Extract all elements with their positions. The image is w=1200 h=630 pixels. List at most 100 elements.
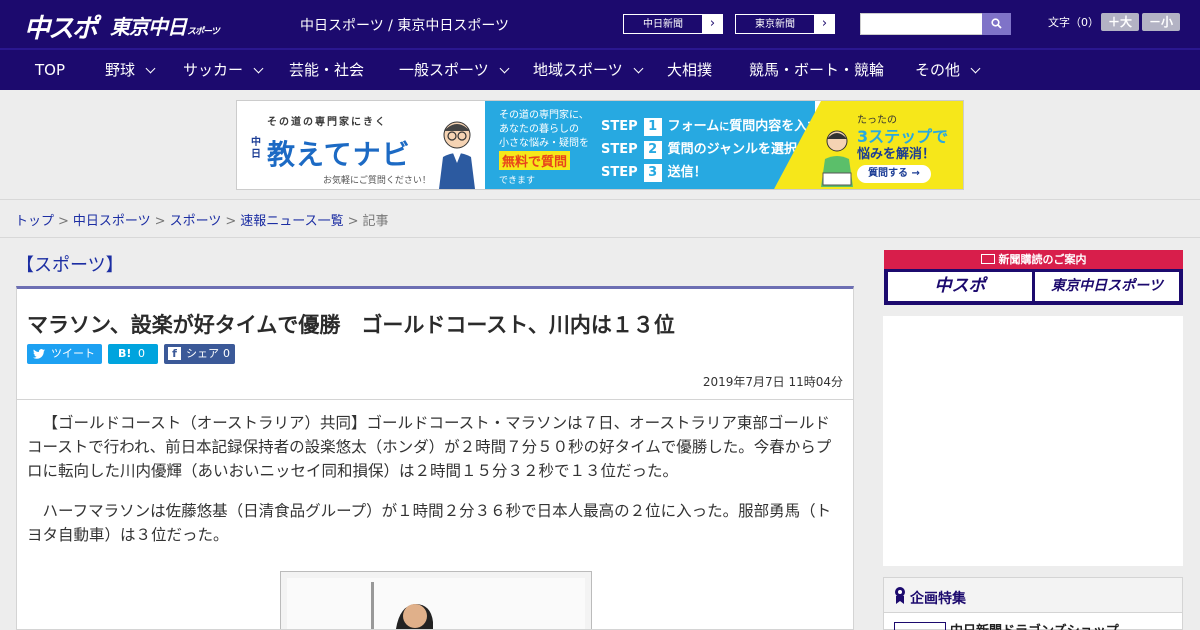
subscription-info[interactable]: 新聞購読のご案内 中スポ 東京中日スポーツ (884, 250, 1183, 305)
article-photo-image (287, 578, 585, 629)
banner-step-2: STEP 2 質問のジャンルを選択 (601, 138, 797, 159)
breadcrumb: トップ > 中日スポーツ > スポーツ > 速報ニュース一覧 > 記事 (0, 200, 1200, 238)
tweet-label: ツイート (51, 347, 95, 360)
breadcrumb-separator: > (58, 214, 69, 229)
logo-chuspo[interactable]: 中スポ (24, 8, 98, 45)
font-smaller-button[interactable]: －小 (1142, 13, 1180, 31)
chevron-down-icon (633, 63, 644, 74)
breadcrumb-link-chunichi-sports[interactable]: 中日スポーツ (73, 214, 151, 229)
article-paragraph: 【ゴールドコースト（オーストラリア）共同】ゴールドコースト・マラソンは７日、オー… (27, 414, 832, 480)
hatena-count: 0 (138, 347, 145, 360)
logo-tokyo-small: スポーツ (187, 27, 220, 37)
feature-thumbnail[interactable] (894, 622, 946, 630)
runner-photo-icon (371, 582, 433, 629)
article-category: 【スポーツ】 (16, 255, 124, 276)
article-photo[interactable] (280, 571, 592, 629)
nav-item-label: その他 (915, 61, 961, 79)
banner-intro-line: 小さな悩み・疑問を (499, 138, 589, 149)
breadcrumb-link-top[interactable]: トップ (15, 214, 54, 229)
nav-item-regional-sports[interactable]: 地域スポーツ (533, 50, 644, 90)
publish-date: 2019年7月7日 11時04分 (702, 375, 843, 389)
nav-item-top[interactable]: TOP (35, 50, 65, 90)
step-text: 質問の (667, 142, 707, 157)
subscription-heading-text: 新聞購読のご案内 (998, 253, 1087, 266)
subscribe-tokyo-chunichi-logo[interactable]: 東京中日スポーツ (1035, 272, 1179, 301)
nav-item-label: 一般スポーツ (399, 61, 489, 79)
step-word: STEP (601, 142, 638, 157)
banner-step-1: STEP 1 フォームに質問内容を入力 (601, 115, 820, 136)
step-number: 3 (643, 164, 662, 182)
nav-item-racing[interactable]: 競馬・ボート・競輪 (749, 50, 884, 90)
breadcrumb-link-news-list[interactable]: 速報ニュース一覧 (240, 214, 343, 229)
nav-item-label: 芸能・社会 (289, 61, 365, 79)
breadcrumb-separator: > (225, 214, 237, 229)
feature-item-link[interactable]: 中日新聞ドラゴンズショップ (950, 620, 1119, 630)
search-icon (991, 18, 1002, 29)
tokyo-link-button[interactable]: 東京新聞 › (734, 13, 836, 35)
breadcrumb-current: 記事 (362, 214, 389, 229)
sidebar-ad (883, 316, 1183, 566)
banner-dekimasu: できます (499, 176, 536, 186)
nav-item-general-sports[interactable]: 一般スポーツ (399, 50, 510, 90)
nav-item-label: 野球 (105, 61, 136, 79)
twitter-icon (33, 349, 45, 359)
nav-item-other[interactable]: その他 (915, 50, 981, 90)
step-word: STEP (601, 119, 638, 134)
banner-ask-button[interactable]: 質問する → (857, 165, 931, 183)
feature-header: 企画特集 (884, 578, 1182, 613)
feature-title: 企画特集 (910, 591, 966, 607)
nav-item-label: サッカー (183, 61, 244, 79)
tweet-button[interactable]: ツイート (27, 344, 102, 364)
banner-cta-line3: 悩みを解消！ (857, 147, 936, 162)
person-with-laptop-icon (821, 130, 853, 187)
advisor-illustration-icon (439, 121, 475, 189)
step-text: ジャンルを選択 (706, 142, 798, 157)
chunichi-link-button[interactable]: 中日新聞 › (622, 13, 724, 35)
search-input[interactable] (860, 13, 983, 35)
step-number: 1 (643, 118, 662, 136)
site-header: 中スポ 東京中日スポーツ 中日スポーツ / 東京中日スポーツ 中日新聞 › 東京… (0, 0, 1200, 48)
banner-intro-line: あなたの暮らしの (499, 124, 579, 135)
chevron-right-icon: › (709, 16, 716, 31)
article-card: マラソン、設楽が好タイムで優勝 ゴールドコースト、川内は１３位 ツイート B! … (16, 286, 854, 630)
font-larger-button[interactable]: ＋大 (1101, 13, 1139, 31)
hatena-bookmark-icon: B! (118, 347, 132, 360)
subscribe-chuspo-logo[interactable]: 中スポ (888, 272, 1032, 301)
chevron-down-icon (253, 63, 264, 74)
banner-tagline: その道の専門家にきく (267, 117, 387, 128)
facebook-share-label: シェア (186, 347, 219, 360)
nav-item-soccer[interactable]: サッカー (183, 50, 264, 90)
facebook-share-button[interactable]: f シェア 0 (164, 344, 235, 364)
nav-item-label: 大相撲 (667, 61, 713, 79)
step-text: 送信！ (667, 165, 707, 180)
banner-area: その道の専門家にきく 中日 教えてナビ お気軽にご質問ください！ その道の専門家… (0, 90, 1200, 200)
nav-item-baseball[interactable]: 野球 (105, 50, 156, 90)
chevron-right-icon: › (821, 16, 828, 31)
oshiete-navi-banner[interactable]: その道の専門家にきく 中日 教えてナビ お気軽にご質問ください！ その道の専門家… (236, 100, 964, 190)
chunichi-link-label: 中日新聞 (623, 14, 703, 34)
divider (17, 399, 853, 400)
nav-item-label: TOP (35, 61, 66, 79)
newspaper-icon (980, 254, 995, 264)
search-button[interactable] (982, 13, 1011, 35)
nav-item-sumo[interactable]: 大相撲 (667, 50, 712, 90)
step-number: 2 (643, 141, 662, 159)
banner-intro: その道の専門家に、 あなたの暮らしの 小さな悩み・疑問を (499, 109, 589, 151)
banner-steps-panel: その道の専門家に、 あなたの暮らしの 小さな悩み・疑問を 無料で質問 できます … (485, 101, 820, 189)
facebook-share-count: 0 (223, 347, 230, 360)
logo-tokyo-chunichi[interactable]: 東京中日スポーツ (110, 11, 220, 40)
subscription-heading: 新聞購読のご案内 (884, 250, 1183, 269)
step-text: に (719, 122, 730, 133)
step-text: フォーム (667, 119, 720, 134)
nav-item-entertainment[interactable]: 芸能・社会 (289, 50, 364, 90)
logo-tokyo-text: 東京中日 (110, 15, 187, 39)
chevron-down-icon (970, 63, 981, 74)
hatena-bookmark-button[interactable]: B! 0 (108, 344, 158, 364)
banner-brand-main: 教えてナビ (267, 138, 411, 171)
breadcrumb-link-sports[interactable]: スポーツ (170, 214, 222, 229)
banner-brand-panel: その道の専門家にきく 中日 教えてナビ お気軽にご質問ください！ (237, 101, 485, 189)
banner-step-3: STEP 3 送信！ (601, 161, 707, 182)
ribbon-icon (895, 587, 905, 604)
facebook-icon: f (168, 347, 181, 360)
step-word: STEP (601, 165, 638, 180)
